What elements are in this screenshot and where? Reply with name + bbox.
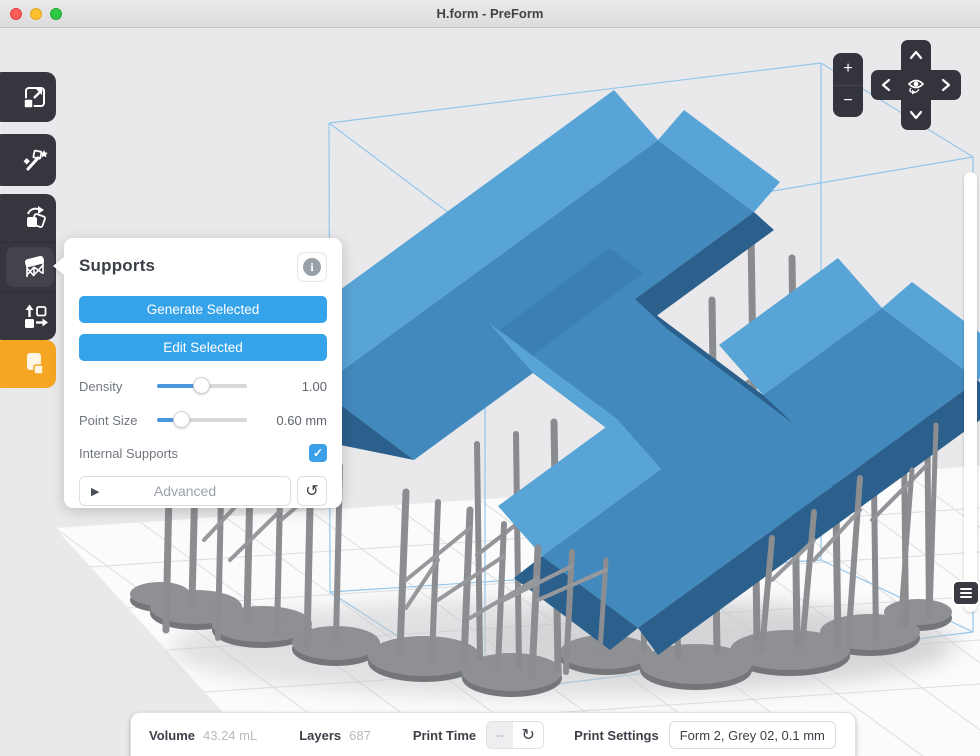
rotate-icon: [14, 204, 56, 232]
generate-selected-button[interactable]: Generate Selected: [79, 296, 327, 323]
point-size-slider[interactable]: [157, 418, 247, 422]
sidebar-printer-button[interactable]: [0, 340, 56, 388]
status-bar: Volume 43.24 mL Layers 687 Print Time --…: [130, 712, 856, 756]
print-settings-label: Print Settings: [574, 728, 659, 743]
traffic-lights: [0, 0, 62, 28]
titlebar[interactable]: H.form - PreForm: [0, 0, 980, 28]
chevron-left-icon: [881, 78, 891, 92]
sidebar-tool-group: [0, 194, 56, 340]
scale-icon: [14, 83, 56, 111]
rotate-right-button[interactable]: [931, 70, 961, 100]
advanced-label: Advanced: [154, 483, 216, 499]
eye-orbit-icon: [904, 73, 928, 97]
layer-slider-handle[interactable]: [952, 580, 980, 606]
refresh-icon[interactable]: ↻: [513, 722, 543, 748]
density-value: 1.00: [257, 379, 327, 394]
edit-selected-button[interactable]: Edit Selected: [79, 334, 327, 361]
supports-panel: Supports i Generate Selected Edit Select…: [64, 238, 342, 508]
chevron-right-icon: [941, 78, 951, 92]
print-time-label: Print Time: [413, 728, 476, 743]
rotate-left-button[interactable]: [871, 70, 901, 100]
rotate-down-button[interactable]: [901, 100, 931, 130]
advanced-button[interactable]: ▶ Advanced: [79, 476, 291, 506]
chevron-down-icon: [909, 110, 923, 120]
layers-label: Layers: [299, 728, 341, 743]
view-dpad: [871, 40, 961, 130]
minimize-button[interactable]: [30, 8, 42, 20]
zoom-out-button[interactable]: −: [833, 86, 863, 118]
layout-icon: [14, 302, 56, 330]
rotate-up-button[interactable]: [901, 40, 931, 70]
cartridge-icon: [14, 350, 56, 378]
print-settings-selector[interactable]: Form 2, Grey 02, 0.1 mm: [669, 721, 836, 749]
disclosure-triangle-icon: ▶: [91, 485, 99, 498]
layer-slider-track[interactable]: [964, 172, 977, 612]
supports-icon: [14, 253, 56, 281]
internal-supports-label: Internal Supports: [79, 446, 178, 461]
fullscreen-button[interactable]: [50, 8, 62, 20]
chevron-up-icon: [909, 50, 923, 60]
point-size-slider-thumb[interactable]: [173, 411, 190, 428]
volume-value: 43.24 mL: [203, 728, 257, 743]
sidebar-tool-supports[interactable]: [0, 242, 56, 291]
point-size-value: 0.60 mm: [257, 413, 327, 428]
sidebar-tool-scale[interactable]: [0, 72, 56, 122]
reset-view-button[interactable]: [901, 70, 931, 100]
density-row: Density 1.00: [79, 377, 327, 395]
sidebar-tool-one-click-print[interactable]: [0, 134, 56, 186]
zoom-in-button[interactable]: +: [833, 53, 863, 86]
volume-label: Volume: [149, 728, 195, 743]
panel-title: Supports: [79, 256, 155, 276]
reset-button[interactable]: ↺: [297, 476, 327, 506]
density-slider-thumb[interactable]: [193, 377, 210, 394]
internal-supports-row: Internal Supports ✓: [79, 444, 327, 462]
density-label: Density: [79, 379, 157, 394]
close-button[interactable]: [10, 8, 22, 20]
info-icon: i: [303, 258, 321, 276]
sidebar-tool-orient[interactable]: [0, 194, 56, 242]
window-title: H.form - PreForm: [437, 6, 544, 21]
zoom-controls: + −: [833, 53, 863, 117]
layers-value: 687: [349, 728, 371, 743]
print-time-control[interactable]: -- ↻: [486, 721, 544, 749]
magic-wand-icon: [14, 146, 56, 174]
print-time-value: --: [487, 722, 513, 748]
internal-supports-checkbox[interactable]: ✓: [309, 444, 327, 462]
point-size-row: Point Size 0.60 mm: [79, 411, 327, 429]
sidebar-tool-layout[interactable]: [0, 291, 56, 340]
preform-window: H.form - PreForm: [0, 0, 980, 756]
hamburger-icon: [960, 588, 972, 590]
info-button[interactable]: i: [297, 252, 327, 282]
panel-notch: [53, 257, 64, 275]
point-size-label: Point Size: [79, 413, 157, 428]
reset-icon: ↺: [305, 481, 318, 501]
density-slider[interactable]: [157, 384, 247, 388]
check-icon: ✓: [313, 446, 323, 460]
